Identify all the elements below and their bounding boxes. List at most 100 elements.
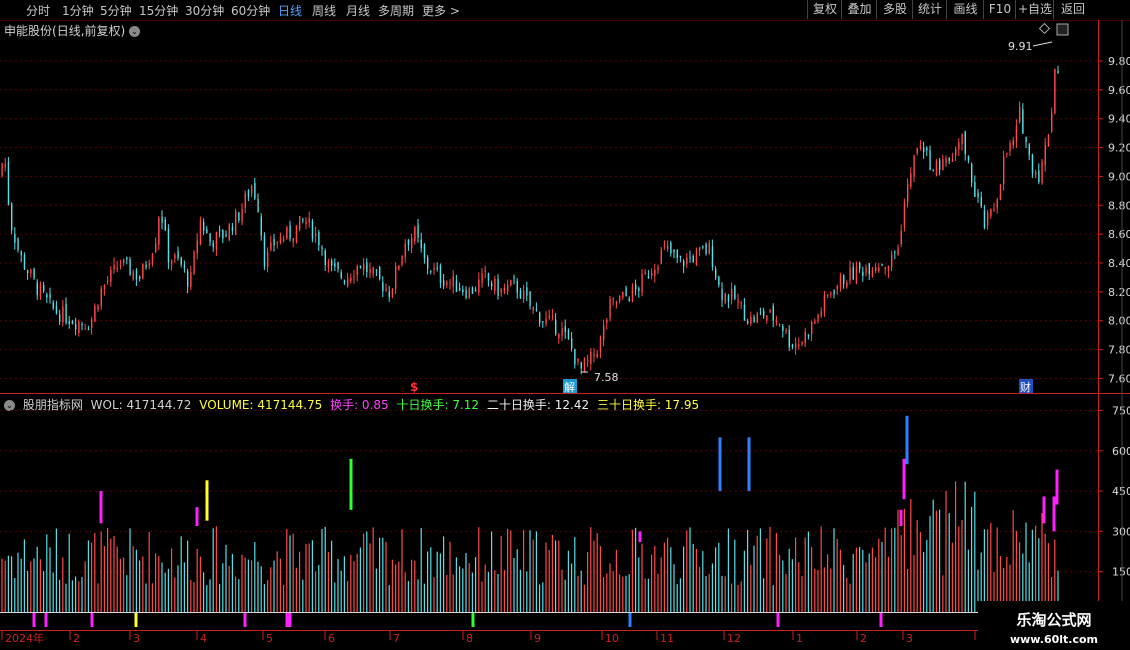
price-tick-label: 8.00 xyxy=(1108,315,1130,328)
tab-period-0[interactable]: 分时 xyxy=(26,2,50,19)
candle-body xyxy=(913,155,915,177)
candle-body xyxy=(49,293,51,299)
candle-body xyxy=(967,156,970,161)
candle-body xyxy=(849,267,851,281)
highlight-bar xyxy=(1052,496,1056,532)
tab-period-4[interactable]: 30分钟 xyxy=(185,2,224,19)
candle-body xyxy=(798,344,800,347)
toolbar-button-6[interactable]: +自选 xyxy=(1015,0,1054,19)
month-label: 12 xyxy=(727,632,741,645)
candle-body xyxy=(686,257,688,264)
candle-body xyxy=(539,312,541,323)
stock-chart[interactable]: 7.60 7.80 8.00 8.20 8.40 8.60 8.80 9.00 9.20 9.40… xyxy=(0,0,1130,650)
candle-body xyxy=(187,271,189,287)
highlight-bar xyxy=(205,480,209,521)
candle-body xyxy=(705,243,707,254)
candle-body xyxy=(830,293,832,295)
price-tick-label: 9.00 xyxy=(1108,170,1130,183)
signal-tick xyxy=(879,613,883,627)
tab-period-1[interactable]: 1分钟 xyxy=(62,2,94,19)
candle-body xyxy=(999,185,1002,200)
candle-body xyxy=(667,246,669,249)
highlight-bars xyxy=(32,415,1059,627)
candle-body xyxy=(1022,109,1024,134)
candle-body xyxy=(580,362,582,369)
candle-body xyxy=(385,288,387,291)
candle-body xyxy=(1057,70,1059,74)
candle-body xyxy=(574,348,576,365)
tab-period-6[interactable]: 日线 xyxy=(278,2,302,19)
candle-body xyxy=(606,319,608,323)
candle-body xyxy=(116,268,118,270)
highlight-bar xyxy=(195,507,199,526)
candle-body xyxy=(561,328,563,336)
candle-body xyxy=(231,226,234,232)
chevron-down-icon[interactable]: ⌄ xyxy=(4,400,15,411)
price-tick-label: 9.60 xyxy=(1108,84,1130,97)
candle-body xyxy=(996,199,998,208)
chevron-down-icon[interactable]: ⌄ xyxy=(129,26,141,37)
candle-body xyxy=(564,326,566,332)
candle-body xyxy=(119,265,122,267)
candle-body xyxy=(33,268,35,279)
candle-body xyxy=(107,280,109,282)
candle-body xyxy=(350,277,352,282)
tab-period-9[interactable]: 多周期 xyxy=(378,2,414,19)
toolbar-button-2[interactable]: 多股 xyxy=(876,0,913,19)
dollar-marker: $ xyxy=(410,380,418,394)
turnover-value: 换手: 0.85 xyxy=(330,398,389,412)
candle-body xyxy=(721,288,723,301)
tab-period-10[interactable]: 更多 > xyxy=(422,2,460,19)
candle-body xyxy=(148,262,150,266)
candle-body xyxy=(724,293,726,303)
tab-period-3[interactable]: 15分钟 xyxy=(139,2,178,19)
toolbar-button-1[interactable]: 叠加 xyxy=(841,0,877,19)
candle-body xyxy=(843,275,845,285)
candle-body xyxy=(510,280,512,286)
candle-body xyxy=(926,147,928,151)
candle-body xyxy=(449,282,451,284)
candle-body xyxy=(878,267,880,272)
candle-body xyxy=(718,276,720,285)
candle-body xyxy=(382,282,384,292)
toolbar-button-7[interactable]: 返回 xyxy=(1053,0,1092,19)
toolbar-button-0[interactable]: 复权 xyxy=(807,0,842,19)
tab-period-5[interactable]: 60分钟 xyxy=(231,2,270,19)
candle-body xyxy=(302,219,304,221)
candle-body xyxy=(772,305,774,321)
candle-body xyxy=(103,285,106,290)
candle-body xyxy=(87,328,90,331)
candle-body xyxy=(446,282,448,286)
candle-body xyxy=(900,230,902,245)
candle-body xyxy=(820,311,822,316)
tab-period-2[interactable]: 5分钟 xyxy=(100,2,132,19)
candle-body xyxy=(279,237,282,244)
candle-body xyxy=(939,160,941,170)
month-label: 9 xyxy=(534,632,541,645)
toolbar-button-4[interactable]: 画线 xyxy=(946,0,984,19)
toolbar-button-3[interactable]: 统计 xyxy=(912,0,947,19)
candle-body xyxy=(439,265,442,284)
candle-body xyxy=(727,295,730,302)
candle-body xyxy=(196,240,198,254)
price-tick-label: 8.60 xyxy=(1108,228,1130,241)
tab-period-7[interactable]: 周线 xyxy=(312,2,336,19)
candle-body xyxy=(923,147,925,152)
candle-body xyxy=(615,301,618,303)
candle-body xyxy=(404,243,406,257)
candle-body xyxy=(590,351,592,364)
candle-body xyxy=(372,267,374,274)
candle-body xyxy=(459,287,461,291)
candle-body xyxy=(299,216,301,230)
candle-body xyxy=(427,257,429,269)
unlock-marker: 解 xyxy=(564,380,575,394)
candle-body xyxy=(622,291,624,298)
candle-body xyxy=(1038,170,1040,183)
candle-body xyxy=(833,290,835,295)
tab-period-8[interactable]: 月线 xyxy=(346,2,370,19)
candle-body xyxy=(625,287,627,296)
toolbar-button-5[interactable]: F10 xyxy=(983,0,1016,19)
month-label: 5 xyxy=(266,632,273,645)
candle-body xyxy=(884,267,886,270)
candle-body xyxy=(958,142,960,150)
